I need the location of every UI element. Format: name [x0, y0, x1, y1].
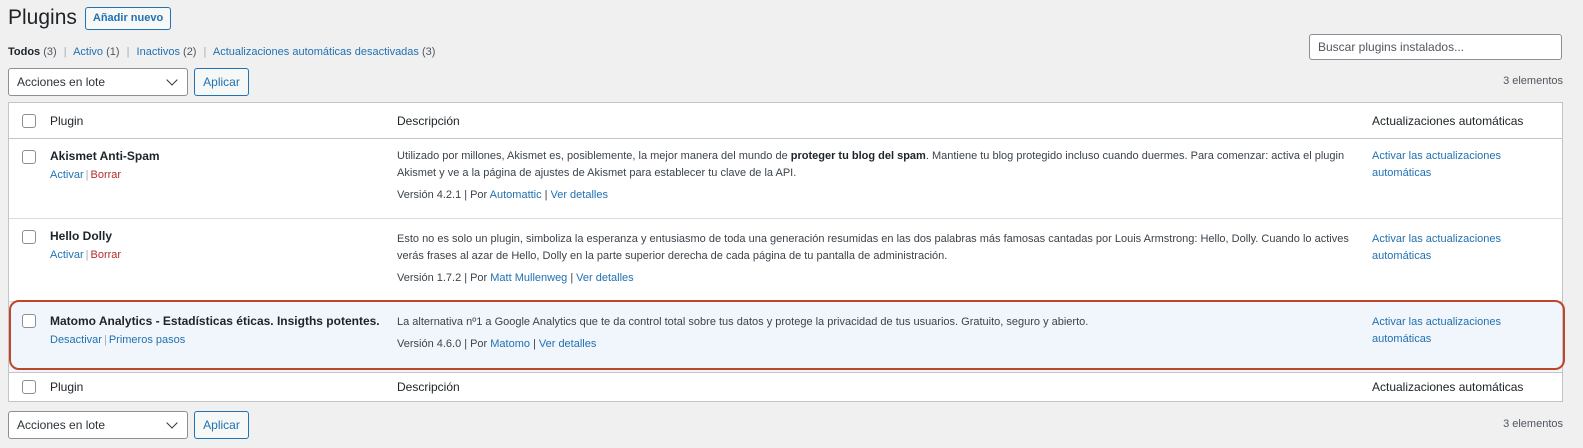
select-all-checkbox[interactable]: [22, 380, 36, 394]
view-details-link[interactable]: Ver detalles: [576, 272, 633, 284]
column-footer-auto-updates: Actualizaciones automáticas: [1372, 380, 1524, 394]
plugin-meta: Versión 1.7.2 | Por Matt Mullenweg | Ver det…: [397, 272, 634, 284]
page-title: Plugins: [8, 6, 77, 29]
enable-auto-updates-link[interactable]: Activar las actualizaciones automáticas: [1372, 150, 1501, 179]
bulk-actions-select[interactable]: Acciones en lote: [8, 411, 188, 439]
filter-active[interactable]: Activo (1): [73, 46, 119, 58]
column-header-description: Descripción: [397, 114, 460, 128]
plugin-name: Akismet Anti-Spam: [50, 149, 160, 163]
row-checkbox[interactable]: [22, 230, 36, 244]
enable-auto-updates-link[interactable]: Activar las actualizaciones automáticas: [1372, 233, 1501, 262]
plugin-description: Esto no es solo un plugin, simboliza la …: [397, 233, 1349, 262]
activate-link[interactable]: Activar: [50, 249, 84, 261]
select-all-checkbox[interactable]: [22, 114, 36, 128]
table-row: Akismet Anti-Spam Activar | Borrar Utiliza…: [9, 139, 1562, 219]
view-details-link[interactable]: Ver detalles: [550, 189, 607, 201]
delete-link[interactable]: Borrar: [90, 249, 121, 261]
author-link[interactable]: Automattic: [490, 189, 542, 201]
column-footer-description: Descripción: [397, 380, 460, 394]
add-new-button[interactable]: Añadir nuevo: [84, 6, 172, 30]
item-count: 3 elementos: [1503, 418, 1563, 430]
row-actions: Activar | Borrar: [50, 249, 122, 261]
activate-link[interactable]: Activar: [50, 169, 84, 181]
filter-inactive[interactable]: Inactivos (2): [137, 46, 197, 58]
filter-separator: |: [203, 46, 207, 58]
plugin-name: Hello Dolly: [50, 229, 113, 243]
chevron-down-icon: [166, 417, 178, 429]
filter-separator: |: [126, 46, 130, 58]
bulk-actions-value: Acciones en lote: [17, 418, 106, 432]
table-header-row: Plugin Descripción Actualizaciones autom…: [9, 103, 1562, 139]
column-header-plugin[interactable]: Plugin: [50, 114, 83, 128]
plugin-status-filters: Todos (3) | Activo (1) | Inactivos (2) |…: [8, 46, 435, 58]
bulk-actions-value: Acciones en lote: [17, 75, 106, 89]
delete-link[interactable]: Borrar: [90, 169, 121, 181]
filter-auto-updates-disabled[interactable]: Actualizaciones automáticas desactivadas…: [213, 46, 436, 58]
row-checkbox[interactable]: [22, 150, 36, 164]
highlight-annotation: [9, 300, 1565, 370]
table-footer-row: Plugin Descripción Actualizaciones autom…: [9, 372, 1562, 402]
tablenav-top: Acciones en lote Aplicar 3 elementos: [8, 68, 1563, 96]
page-header: Plugins Añadir nuevo: [8, 5, 172, 31]
column-header-auto-updates: Actualizaciones automáticas: [1372, 114, 1524, 128]
apply-button[interactable]: Aplicar: [194, 411, 249, 439]
column-footer-plugin[interactable]: Plugin: [50, 380, 83, 394]
plugin-meta: Versión 4.2.1 | Por Automattic | Ver detalle…: [397, 189, 608, 201]
row-actions: Activar | Borrar: [50, 169, 122, 181]
plugin-description: Utilizado por millones, Akismet es, posi…: [397, 150, 1345, 179]
filter-separator: |: [63, 46, 67, 58]
chevron-down-icon: [166, 74, 178, 86]
bulk-actions-select[interactable]: Acciones en lote: [8, 68, 188, 96]
table-row: Hello Dolly Activar | Borrar Esto no es so…: [9, 219, 1562, 302]
search-plugins-input[interactable]: [1309, 34, 1562, 60]
tablenav-bottom: Acciones en lote Aplicar 3 elementos: [8, 411, 1563, 439]
author-link[interactable]: Matt Mullenweg: [490, 272, 567, 284]
item-count: 3 elementos: [1503, 75, 1563, 87]
filter-all[interactable]: Todos (3): [8, 46, 57, 58]
apply-button[interactable]: Aplicar: [194, 68, 249, 96]
